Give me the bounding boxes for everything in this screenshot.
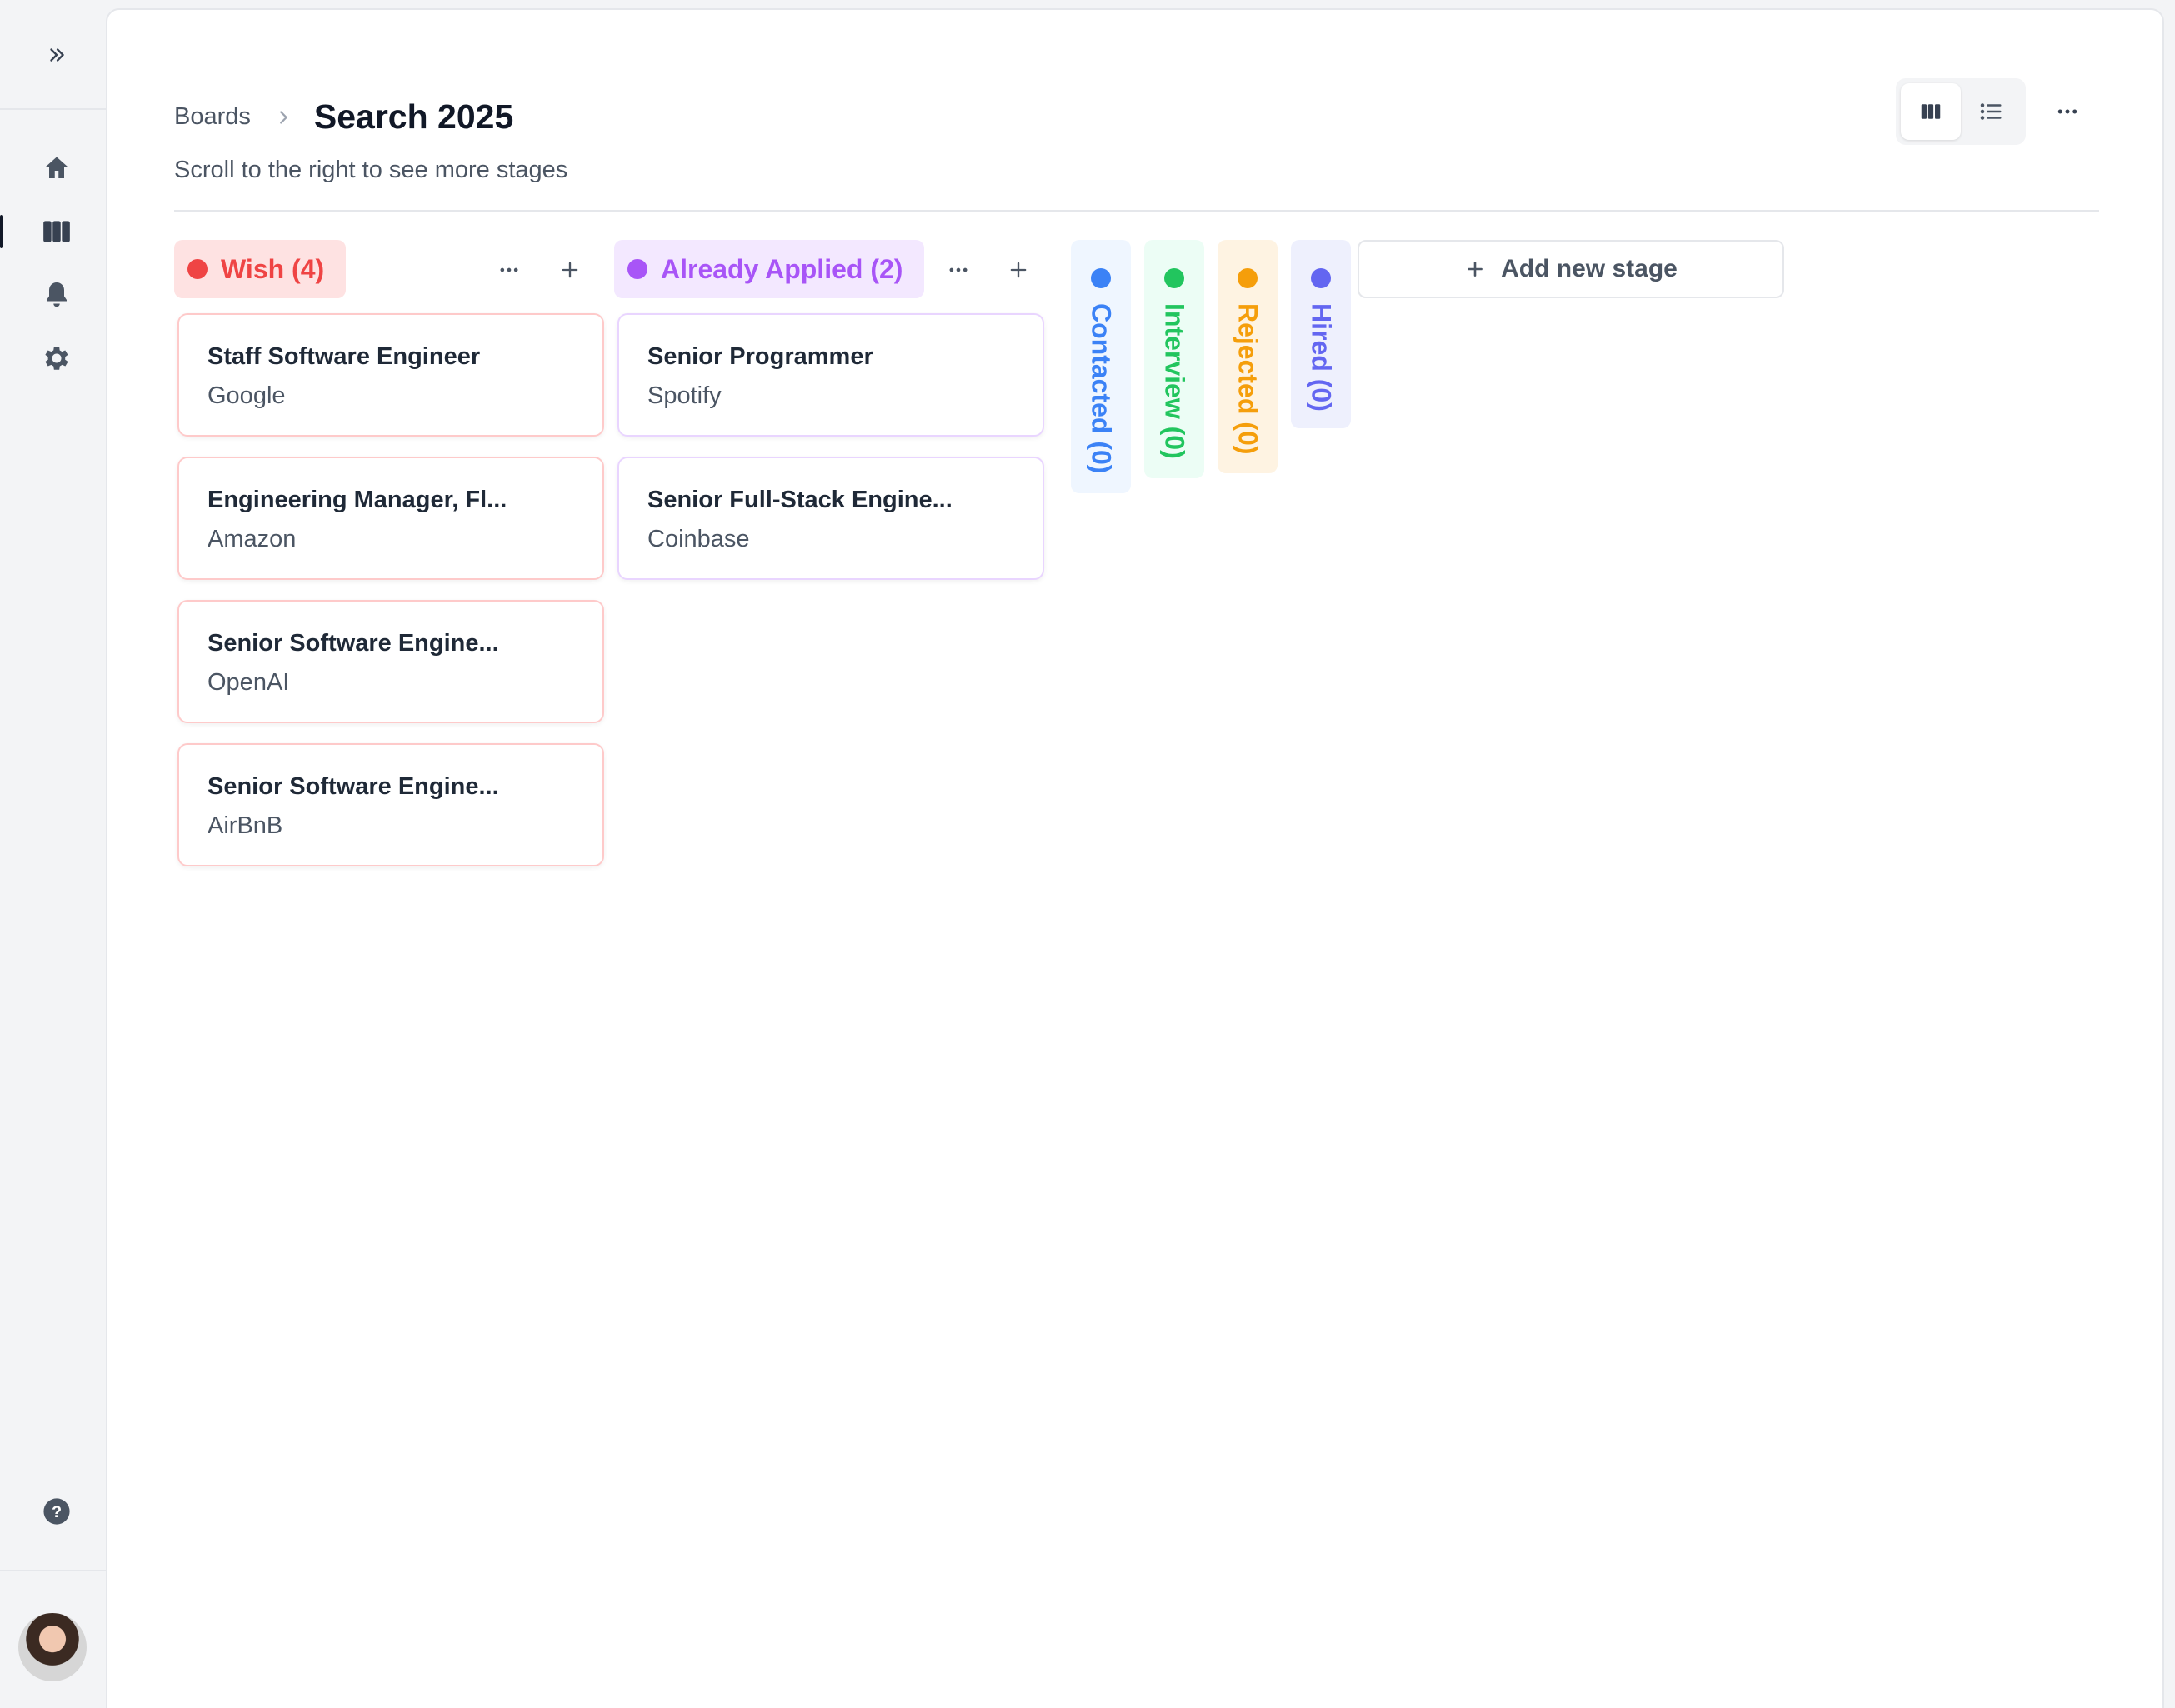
status-dot	[1238, 268, 1258, 288]
add-card-icon[interactable]	[553, 253, 587, 287]
board-view-button[interactable]	[1901, 83, 1961, 140]
view-toggle	[1896, 78, 2026, 145]
job-title: Senior Software Engine...	[208, 630, 499, 657]
sidebar-divider-bottom	[0, 1570, 106, 1571]
collapsed-stage-rejected[interactable]: Rejected (0)	[1218, 240, 1278, 473]
add-card-icon[interactable]	[1002, 253, 1035, 287]
chevron-right-icon	[274, 108, 292, 127]
stage-title: Interview (0)	[1159, 303, 1190, 459]
collapsed-stage-contacted[interactable]: Contacted (0)	[1071, 240, 1131, 493]
job-card[interactable]: Senior Full-Stack Engine... Coinbase	[618, 457, 1044, 580]
job-card[interactable]: Senior Programmer Spotify	[618, 313, 1044, 437]
status-dot	[1311, 268, 1331, 288]
stage-title: Rejected (0)	[1232, 303, 1263, 455]
column-more-icon[interactable]	[492, 253, 526, 287]
collapsed-stage-interview[interactable]: Interview (0)	[1144, 240, 1204, 478]
job-card[interactable]: Engineering Manager, Fl... Amazon	[178, 457, 604, 580]
column-header-applied[interactable]: Already Applied (2)	[614, 240, 924, 298]
job-title: Staff Software Engineer	[208, 343, 481, 370]
svg-text:?: ?	[52, 1503, 62, 1521]
status-dot	[188, 259, 208, 279]
job-card[interactable]: Senior Software Engine... OpenAI	[178, 600, 604, 723]
more-options-icon[interactable]	[2051, 95, 2084, 128]
help-icon[interactable]: ?	[37, 1491, 77, 1531]
page-subtitle: Scroll to the right to see more stages	[174, 157, 568, 183]
gear-icon[interactable]	[37, 338, 77, 378]
job-title: Engineering Manager, Fl...	[208, 487, 508, 513]
board-icon[interactable]	[37, 212, 77, 252]
avatar[interactable]	[18, 1613, 87, 1681]
column-title: Already Applied (2)	[661, 253, 903, 284]
column-header-wish[interactable]: Wish (4)	[174, 240, 346, 298]
job-company: Google	[208, 382, 286, 409]
breadcrumb-boards-link[interactable]: Boards	[174, 103, 251, 131]
column-title: Wish (4)	[221, 253, 325, 284]
add-new-stage-label: Add new stage	[1501, 255, 1678, 282]
sidebar-divider	[0, 108, 106, 110]
stage-title: Contacted (0)	[1086, 303, 1117, 474]
main-panel: Boards Search 2025 Scroll to the right t…	[106, 8, 2164, 1708]
expand-sidebar-icon[interactable]	[40, 38, 73, 72]
status-dot	[1091, 268, 1111, 288]
job-company: AirBnB	[208, 812, 283, 839]
breadcrumb: Boards Search 2025	[174, 97, 513, 137]
job-title: Senior Programmer	[648, 343, 873, 370]
job-company: Coinbase	[648, 526, 750, 552]
status-dot	[1164, 268, 1184, 288]
home-icon[interactable]	[37, 148, 77, 188]
bell-icon[interactable]	[37, 275, 77, 315]
job-title: Senior Full-Stack Engine...	[648, 487, 952, 513]
add-new-stage-button[interactable]: Add new stage	[1358, 240, 1784, 298]
list-view-button[interactable]	[1961, 83, 2021, 140]
job-title: Senior Software Engine...	[208, 773, 499, 800]
job-card[interactable]: Staff Software Engineer Google	[178, 313, 604, 437]
column-more-icon[interactable]	[942, 253, 975, 287]
page-title: Search 2025	[313, 97, 514, 136]
sidebar: ?	[0, 0, 106, 1708]
job-company: Amazon	[208, 526, 297, 552]
job-company: OpenAI	[208, 669, 290, 696]
active-nav-indicator	[0, 215, 3, 248]
status-dot	[628, 259, 648, 279]
plus-icon	[1468, 262, 1483, 277]
job-card[interactable]: Senior Software Engine... AirBnB	[178, 743, 604, 866]
collapsed-stage-hired[interactable]: Hired (0)	[1291, 240, 1351, 428]
stage-title: Hired (0)	[1306, 303, 1337, 412]
job-company: Spotify	[648, 382, 722, 409]
header-divider	[174, 210, 2099, 212]
